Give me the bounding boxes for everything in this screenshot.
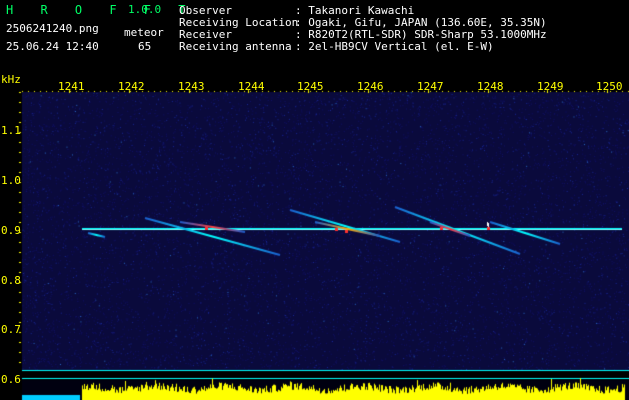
y-unit-label: kHz [1,73,21,86]
y-tick-label: 0.9 [1,224,21,237]
meteor-label: meteor [124,26,164,39]
app-logo: H R O F F T [6,3,196,17]
spectrogram-canvas [0,0,629,400]
info-label-antenna: Receiving antenna [179,40,292,53]
y-tick-label: 1.0 [1,174,21,187]
y-tick-label: 1.1 [1,124,21,137]
info-value-antenna: : 2el-HB9CV Vertical (el. E-W) [295,40,494,53]
x-tick-label: 1243 [178,80,205,93]
file-datetime: 25.06.24 12:40 [6,40,99,53]
x-tick-label: 1246 [357,80,384,93]
meteor-count: 65 [138,40,152,53]
x-tick-label: 1249 [537,80,564,93]
x-tick-label: 1242 [118,80,145,93]
x-tick-label: 1247 [417,80,444,93]
hrofft-window: H R O F F T 1.0.0 2506241240.png 25.06.2… [0,0,629,400]
y-tick-label: 0.7 [1,323,21,336]
file-name: 2506241240.png [6,22,99,35]
y-tick-label: 0.8 [1,274,21,287]
x-tick-label: 1245 [297,80,324,93]
x-tick-label: 1241 [58,80,85,93]
x-tick-label: 1248 [477,80,504,93]
x-tick-label: 1250 [596,80,623,93]
x-tick-label: 1244 [238,80,265,93]
y-tick-label: 0.6 [1,373,21,386]
app-version: 1.0.0 [128,3,162,16]
